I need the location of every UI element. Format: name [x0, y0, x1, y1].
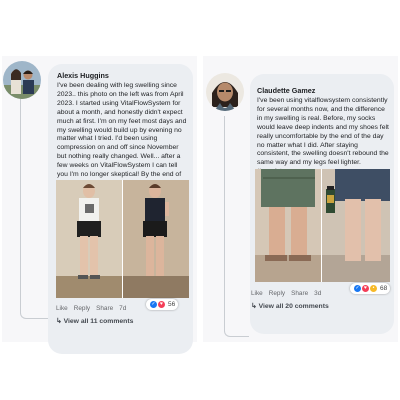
comment-author[interactable]: Alexis Huggins [57, 71, 109, 80]
comment-card-left: Alexis Huggins I've been dealing with le… [2, 56, 197, 354]
reaction-summary[interactable]: ✓ ♥ • 68 [350, 283, 391, 294]
comment-author[interactable]: Claudette Gamez [257, 86, 315, 95]
reaction-count: 56 [168, 301, 176, 308]
love-reaction-icon: ♥ [157, 300, 166, 309]
reply-link[interactable]: Reply [74, 305, 90, 312]
reply-arrow-icon: ↳ [251, 303, 257, 310]
reaction-summary[interactable]: ✓ ♥ 56 [146, 299, 179, 310]
comment-actions: Like Reply Share 3d [251, 290, 327, 297]
avatar[interactable] [3, 61, 41, 99]
like-link[interactable]: Like [251, 290, 263, 297]
reaction-count: 68 [380, 285, 388, 292]
view-all-label: View all 20 comments [258, 303, 329, 310]
before-after-photo[interactable] [255, 169, 390, 282]
comment-card-right: Claudette Gamez I've been using vitalflo… [203, 56, 398, 342]
wow-reaction-icon: • [369, 284, 378, 293]
thread-line [20, 96, 49, 319]
reply-arrow-icon: ↳ [56, 318, 62, 325]
reply-link[interactable]: Reply [269, 290, 285, 297]
thread-line [224, 116, 249, 337]
like-link[interactable]: Like [56, 305, 68, 312]
before-after-photo[interactable] [56, 180, 189, 298]
comment-text: I've been using vitalflowsystem consiste… [257, 97, 389, 175]
view-all-comments-link[interactable]: ↳ View all 11 comments [56, 317, 133, 325]
share-link[interactable]: Share [291, 290, 308, 297]
timestamp: 3d [314, 290, 322, 297]
view-all-comments-link[interactable]: ↳ View all 20 comments [251, 302, 329, 310]
share-link[interactable]: Share [96, 305, 113, 312]
comment-actions: Like Reply Share 7d [56, 305, 132, 312]
avatar[interactable] [206, 73, 244, 111]
timestamp: 7d [119, 305, 127, 312]
view-all-label: View all 11 comments [63, 318, 134, 325]
